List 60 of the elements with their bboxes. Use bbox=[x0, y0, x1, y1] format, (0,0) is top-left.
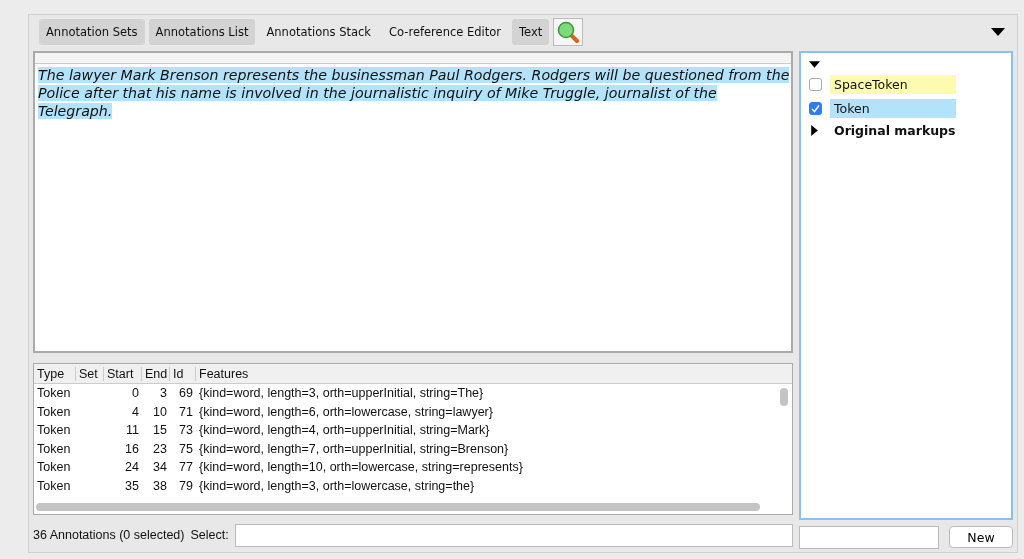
table-cell-text: 24 bbox=[124, 460, 140, 475]
table-cell-text: {kind=word, length=3, orth=lowercase, string=the} bbox=[198, 478, 476, 493]
table-cell-text: 11 bbox=[125, 423, 140, 438]
checkbox[interactable] bbox=[809, 102, 822, 115]
expand-icon[interactable] bbox=[809, 125, 820, 136]
table-cell-text: 73 bbox=[178, 423, 194, 438]
table-cell-text: 4 bbox=[131, 404, 140, 419]
table-cell-text: 75 bbox=[178, 441, 194, 456]
annotation-type[interactable]: Token bbox=[830, 99, 956, 118]
column-header[interactable]: Set bbox=[76, 366, 104, 381]
table-cell-text: 79 bbox=[178, 478, 194, 493]
scrollbar[interactable] bbox=[36, 503, 760, 511]
new-button[interactable]: New bbox=[949, 526, 1013, 548]
table-cell-text: Token bbox=[36, 460, 72, 475]
table-cell-text: 77 bbox=[178, 460, 194, 475]
table-cell-text: 34 bbox=[152, 460, 168, 475]
table-cell-text: 69 bbox=[178, 386, 194, 401]
table-cell-text: 15 bbox=[152, 423, 168, 438]
table-cell-text: {kind=word, length=3, orth=upperInitial, string=The} bbox=[198, 386, 485, 401]
table-cell-text: {kind=word, length=6, orth=lowercase, string=lawyer} bbox=[198, 404, 494, 419]
table-cell-text: 23 bbox=[152, 441, 168, 456]
table-cell-text: {kind=word, length=7, orth=upperInitial, string=Brenson} bbox=[198, 441, 510, 456]
text-view[interactable] bbox=[33, 51, 793, 353]
expand-icon[interactable] bbox=[809, 59, 820, 70]
menu-icon[interactable] bbox=[991, 27, 1005, 37]
table-cell-text: {kind=word, length=4, orth=upperInitial, string=Mark} bbox=[198, 423, 491, 438]
search-button[interactable] bbox=[553, 18, 584, 46]
column-header[interactable]: Features bbox=[196, 366, 776, 381]
column-header[interactable]: Start bbox=[104, 366, 142, 381]
tab[interactable]: Text bbox=[512, 19, 550, 45]
table-cell-text: 16 bbox=[124, 441, 140, 456]
table-cell-text: 3 bbox=[159, 386, 168, 401]
column-header[interactable]: Type bbox=[34, 366, 76, 381]
set-name-field[interactable] bbox=[799, 526, 939, 549]
checkbox[interactable] bbox=[809, 78, 822, 91]
tab[interactable]: Annotations Stack bbox=[259, 19, 378, 45]
select-field[interactable] bbox=[234, 523, 793, 547]
annotation-type[interactable]: SpaceToken bbox=[830, 75, 956, 94]
tab[interactable]: Co-reference Editor bbox=[382, 19, 509, 45]
table-cell-text: Token bbox=[36, 404, 72, 419]
table-cell-text: 0 bbox=[131, 386, 140, 401]
column-header[interactable]: Id bbox=[170, 366, 196, 381]
tab[interactable]: Annotations List bbox=[148, 19, 256, 45]
table-cell-text: 38 bbox=[152, 478, 168, 493]
table-cell-text: Token bbox=[36, 441, 72, 456]
tab[interactable]: Annotation Sets bbox=[39, 19, 145, 45]
column-header[interactable]: End bbox=[142, 366, 170, 381]
table-cell-text: 35 bbox=[124, 478, 140, 493]
document-text: The lawyer Mark Brenson represents the businessman Paul Rodgers. Rodgers will be questioned from the Police after that his name is involved in the journalistic inquiry of Mike Truggle, journalist of the Telegraph. bbox=[38, 66, 791, 120]
table-cell-text: {kind=word, length=10, orth=lowercase, string=represents} bbox=[198, 460, 524, 475]
annotation-count: 36 Annotations (0 selected) bbox=[33, 528, 185, 542]
set-name[interactable]: Original markups bbox=[834, 123, 956, 138]
table-cell-text: 71 bbox=[178, 404, 194, 419]
table-cell-text: 10 bbox=[152, 404, 168, 419]
table-cell-text: Token bbox=[36, 423, 72, 438]
search-icon bbox=[557, 21, 580, 43]
select-label: Select: bbox=[190, 528, 229, 542]
scrollbar[interactable] bbox=[780, 388, 788, 406]
table-cell-text: Token bbox=[36, 478, 72, 493]
table-cell-text: Token bbox=[36, 386, 72, 401]
